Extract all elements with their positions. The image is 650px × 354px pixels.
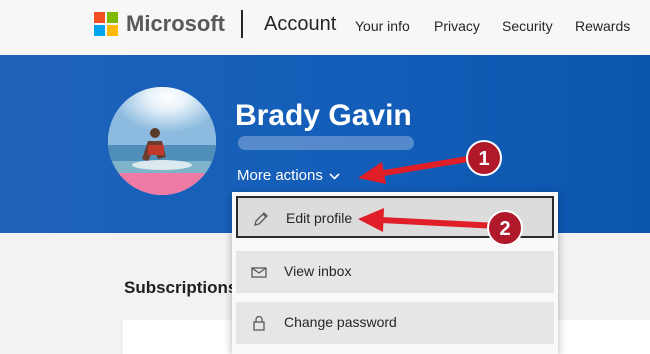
menu-item-label: View inbox	[284, 263, 352, 279]
microsoft-logo-icon[interactable]	[94, 12, 118, 36]
brand-name[interactable]: Microsoft	[126, 11, 225, 37]
nav-rewards[interactable]: Rewards	[575, 18, 630, 34]
more-actions-menu: Edit profile View inbox Change password	[232, 192, 558, 354]
menu-item-label: Edit profile	[286, 210, 353, 226]
menu-item-edit-profile[interactable]: Edit profile	[236, 196, 554, 238]
menu-item-view-inbox[interactable]: View inbox	[236, 251, 554, 293]
user-name: Brady Gavin	[235, 99, 412, 132]
avatar[interactable]	[108, 87, 216, 195]
pencil-icon	[252, 210, 270, 228]
subscriptions-title: Subscriptions	[124, 278, 238, 297]
mail-icon	[250, 263, 268, 281]
menu-item-label: Change password	[284, 314, 397, 330]
chevron-down-icon	[329, 169, 340, 183]
lock-icon	[250, 314, 268, 332]
account-title[interactable]: Account	[264, 13, 336, 36]
nav-security[interactable]: Security	[502, 18, 553, 34]
more-actions-label: More actions	[237, 167, 323, 184]
menu-item-change-password[interactable]: Change password	[236, 302, 554, 344]
email-redacted	[238, 136, 414, 150]
nav-privacy[interactable]: Privacy	[434, 18, 480, 34]
header-divider	[241, 10, 243, 38]
nav-your-info[interactable]: Your info	[355, 18, 410, 34]
more-actions-button[interactable]: More actions	[237, 167, 340, 184]
top-nav-bar: Microsoft Account Your info Privacy Secu…	[0, 0, 650, 55]
